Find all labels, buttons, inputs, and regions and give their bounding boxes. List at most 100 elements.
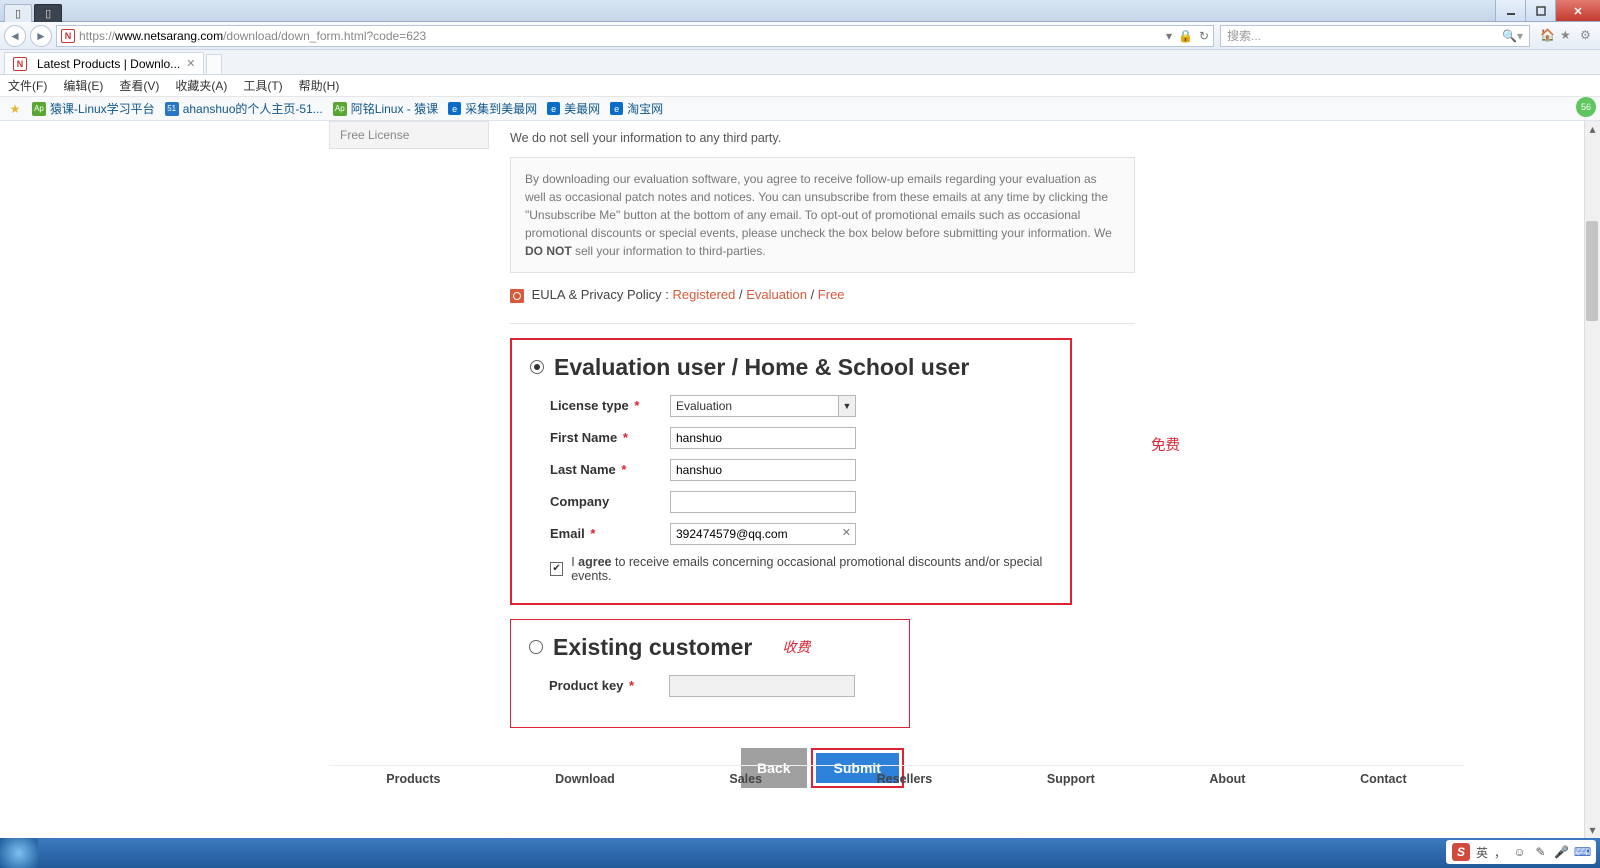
ime-keyboard-icon[interactable]: ⌨ — [1575, 845, 1590, 860]
footer-products[interactable]: Products — [386, 772, 440, 786]
scroll-thumb[interactable] — [1586, 221, 1598, 321]
evaluation-heading: Evaluation user / Home & School user — [554, 354, 969, 381]
license-type-label: License type * — [550, 398, 670, 413]
license-type-select[interactable]: Evaluation▼ — [670, 395, 856, 417]
info-box: By downloading our evaluation software, … — [510, 157, 1135, 273]
system-tray: S 英 ， ☺ ✎ 🎤 ⌨ — [1446, 840, 1596, 864]
ime-mic-icon[interactable]: 🎤 — [1554, 845, 1569, 860]
bookmarks-bar: ★ Ap猿课-Linux学习平台 51ahanshuo的个人主页-51... A… — [0, 97, 1600, 121]
radio-existing-customer[interactable] — [529, 640, 543, 654]
footer-nav: Products Download Sales Resellers Suppor… — [329, 765, 1464, 788]
extension-badge[interactable]: 56 — [1576, 97, 1596, 117]
footer-download[interactable]: Download — [555, 772, 615, 786]
menu-view[interactable]: 查看(V) — [119, 77, 159, 94]
agree-text: I agree to receive emails concerning occ… — [571, 555, 1052, 583]
sidebar: Free License — [329, 121, 489, 149]
dropdown-icon[interactable]: ▾ — [1166, 29, 1172, 43]
bookmark-1[interactable]: Ap猿课-Linux学习平台 — [32, 100, 155, 117]
url-text: https://www.netsarang.com/download/down_… — [79, 29, 1166, 43]
windows-taskbar: S 英 ， ☺ ✎ 🎤 ⌨ — [0, 838, 1600, 868]
main-content: We do not sell your information to any t… — [510, 121, 1135, 788]
site-favicon: N — [61, 29, 75, 43]
eula-row: EULA & Privacy Policy : Registered / Eva… — [510, 287, 1135, 303]
window-minimize-button[interactable] — [1495, 0, 1525, 21]
product-key-label: Product key * — [549, 678, 669, 693]
footer-contact[interactable]: Contact — [1360, 772, 1407, 786]
ime-punct[interactable]: ， — [1494, 844, 1506, 861]
browser-tab-active[interactable]: N Latest Products | Downlo... ✕ — [4, 52, 204, 74]
scroll-up-icon[interactable]: ▴ — [1585, 121, 1600, 137]
menu-file[interactable]: 文件(F) — [8, 77, 47, 94]
bookmark-6[interactable]: e淘宝网 — [610, 100, 663, 117]
ime-lang[interactable]: 英 — [1476, 844, 1488, 861]
last-name-label: Last Name * — [550, 462, 670, 477]
last-name-input[interactable] — [670, 459, 856, 481]
eula-link-evaluation[interactable]: Evaluation — [746, 287, 807, 302]
footer-about[interactable]: About — [1209, 772, 1245, 786]
forward-button[interactable]: ► — [30, 25, 52, 47]
home-icon[interactable]: 🏠 — [1540, 28, 1556, 44]
bookmark-5[interactable]: e美最网 — [547, 100, 600, 117]
scroll-down-icon[interactable]: ▾ — [1585, 822, 1600, 838]
search-placeholder: 搜索... — [1227, 27, 1261, 44]
browser-navbar: ◄ ► N https://www.netsarang.com/download… — [0, 22, 1600, 50]
evaluation-form-box: Evaluation user / Home & School user Lic… — [510, 338, 1072, 605]
bookmark-4[interactable]: e采集到美最网 — [448, 100, 537, 117]
back-button[interactable]: ◄ — [4, 25, 26, 47]
tab-favicon: N — [13, 57, 27, 71]
menu-favorites[interactable]: 收藏夹(A) — [175, 77, 227, 94]
footer-support[interactable]: Support — [1047, 772, 1095, 786]
bookmark-2[interactable]: 51ahanshuo的个人主页-51... — [165, 100, 323, 117]
start-button[interactable] — [0, 838, 38, 868]
email-input[interactable] — [670, 523, 856, 545]
titlebar-tab-2[interactable]: ▯ — [34, 4, 62, 22]
menu-tools[interactable]: 工具(T) — [243, 77, 282, 94]
footer-sales[interactable]: Sales — [729, 772, 762, 786]
eula-link-free[interactable]: Free — [818, 287, 845, 302]
window-titlebar: ▯ ▯ — [0, 0, 1600, 22]
page-viewport: ▴ ▾ Free License We do not sell your inf… — [0, 121, 1600, 838]
existing-customer-box: Existing customer 收费 Product key * — [510, 619, 910, 728]
favorites-icon[interactable]: ★ — [1560, 28, 1576, 44]
radio-evaluation-user[interactable] — [530, 360, 544, 374]
first-name-input[interactable] — [670, 427, 856, 449]
window-close-button[interactable] — [1555, 0, 1600, 21]
pdf-icon — [510, 289, 524, 303]
search-icon[interactable]: 🔍▾ — [1502, 29, 1523, 43]
annotation-free: 免费 — [1151, 434, 1180, 455]
company-input[interactable] — [670, 491, 856, 513]
product-key-input[interactable] — [669, 675, 855, 697]
bookmark-3[interactable]: Ap阿铭Linux - 猿课 — [333, 100, 438, 117]
browser-search-input[interactable]: 搜索... 🔍▾ — [1220, 25, 1530, 47]
window-maximize-button[interactable] — [1525, 0, 1555, 21]
company-label: Company — [550, 494, 670, 509]
ime-edit-icon[interactable]: ✎ — [1533, 845, 1548, 860]
agree-checkbox[interactable]: ✔ — [550, 562, 563, 576]
ime-sogou-icon[interactable]: S — [1452, 843, 1470, 861]
lock-icon: 🔒 — [1178, 29, 1193, 43]
scrollbar-vertical[interactable]: ▴ ▾ — [1584, 121, 1600, 838]
email-label: Email * — [550, 526, 670, 541]
existing-customer-heading: Existing customer — [553, 634, 752, 661]
menu-edit[interactable]: 编辑(E) — [63, 77, 103, 94]
new-tab-button[interactable] — [206, 54, 222, 74]
chevron-down-icon: ▼ — [838, 396, 855, 416]
tools-icon[interactable]: ⚙ — [1580, 28, 1596, 44]
ime-emoji-icon[interactable]: ☺ — [1512, 845, 1527, 860]
eula-link-registered[interactable]: Registered — [673, 287, 736, 302]
first-name-label: First Name * — [550, 430, 670, 445]
menu-help[interactable]: 帮助(H) — [299, 77, 340, 94]
add-favorite-icon[interactable]: ★ — [8, 102, 22, 116]
clear-input-icon[interactable]: ✕ — [842, 526, 851, 539]
address-bar[interactable]: N https://www.netsarang.com/download/dow… — [56, 25, 1214, 47]
menu-bar: 文件(F) 编辑(E) 查看(V) 收藏夹(A) 工具(T) 帮助(H) — [0, 75, 1600, 97]
tab-title: Latest Products | Downlo... — [37, 57, 180, 71]
sidebar-item-free-license[interactable]: Free License — [340, 128, 478, 142]
privacy-notice: We do not sell your information to any t… — [510, 131, 1135, 145]
footer-resellers[interactable]: Resellers — [877, 772, 933, 786]
refresh-icon[interactable]: ↻ — [1199, 29, 1209, 43]
browser-tabstrip: N Latest Products | Downlo... ✕ — [0, 50, 1600, 75]
annotation-pay: 收费 — [782, 637, 810, 657]
tab-close-icon[interactable]: ✕ — [186, 57, 195, 70]
titlebar-tab-1[interactable]: ▯ — [4, 4, 32, 22]
